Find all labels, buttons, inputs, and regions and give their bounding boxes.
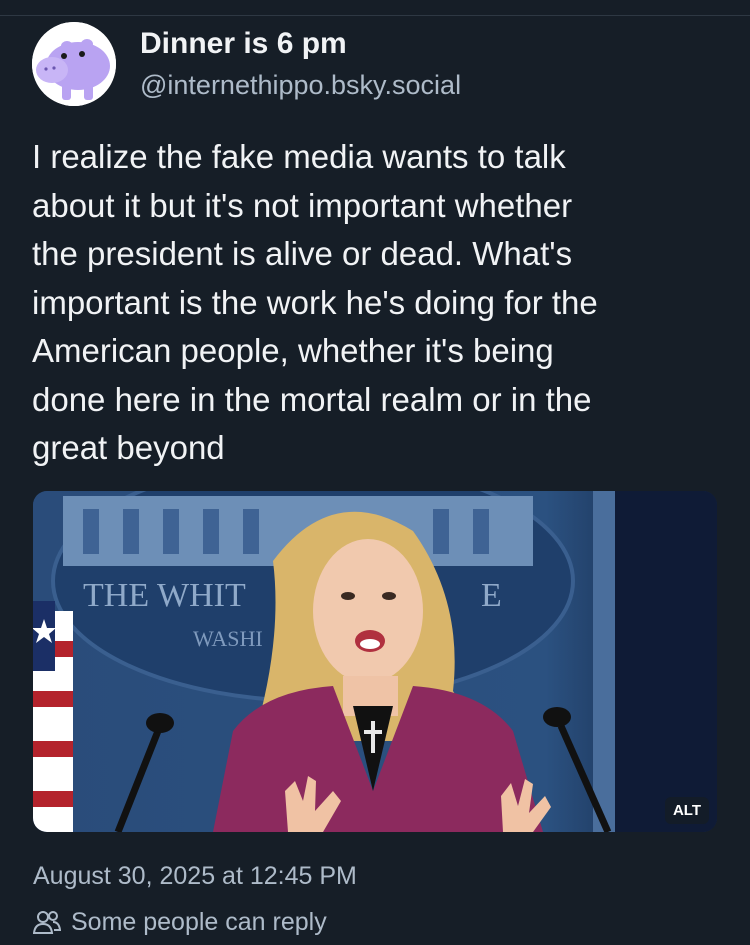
alt-text-button[interactable]: ALT [664, 797, 709, 824]
backdrop-text-1: THE WHIT [83, 577, 246, 614]
reply-setting-label: Some people can reply [71, 907, 327, 936]
post-text: I realize the fake media wants to talk a… [32, 138, 598, 466]
press-briefing-photo: THE WHIT E WASHI [33, 491, 717, 832]
author-handle[interactable]: @internethippo.bsky.social [140, 68, 461, 102]
people-icon [33, 911, 61, 934]
post-timestamp: August 30, 2025 at 12:45 PM [33, 862, 357, 890]
post-image[interactable]: THE WHIT E WASHI ALT [33, 491, 717, 832]
backdrop-text-1b: E [481, 577, 502, 614]
author-avatar[interactable] [32, 22, 116, 106]
hippo-avatar-icon [32, 22, 116, 106]
backdrop-text-2: WASHI [193, 626, 263, 651]
author-display-name[interactable]: Dinner is 6 pm [140, 26, 347, 62]
top-divider [0, 15, 750, 16]
reply-settings[interactable]: Some people can reply [33, 905, 327, 939]
